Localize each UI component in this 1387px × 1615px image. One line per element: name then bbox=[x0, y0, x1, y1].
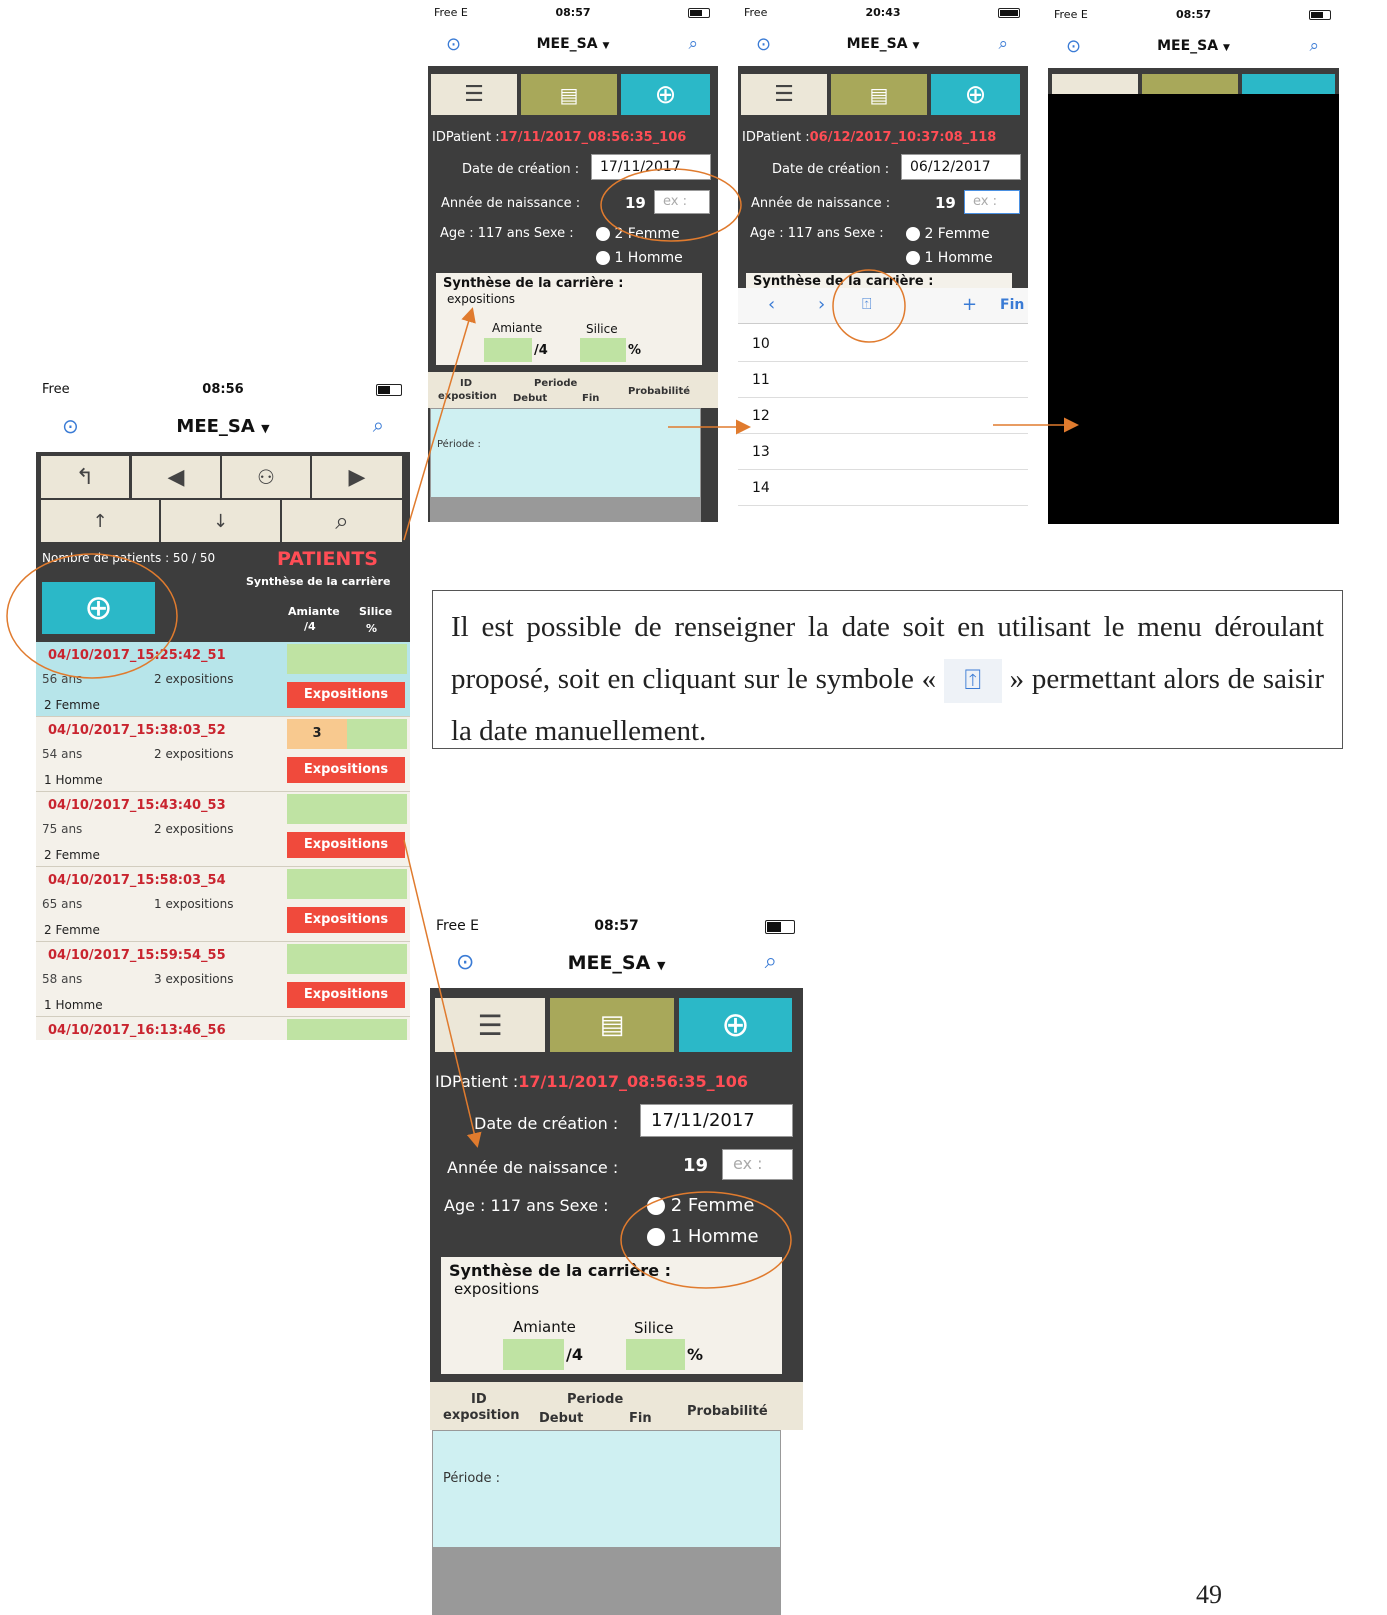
highlight-circle bbox=[6, 553, 178, 679]
highlight-circle bbox=[832, 269, 906, 343]
page-number: 49 bbox=[1196, 1580, 1222, 1609]
annotation-layer bbox=[6, 168, 1079, 1289]
highlight-circle bbox=[620, 1191, 792, 1289]
arrow bbox=[403, 839, 482, 1148]
arrow bbox=[403, 307, 476, 541]
highlight-circle bbox=[600, 168, 742, 242]
